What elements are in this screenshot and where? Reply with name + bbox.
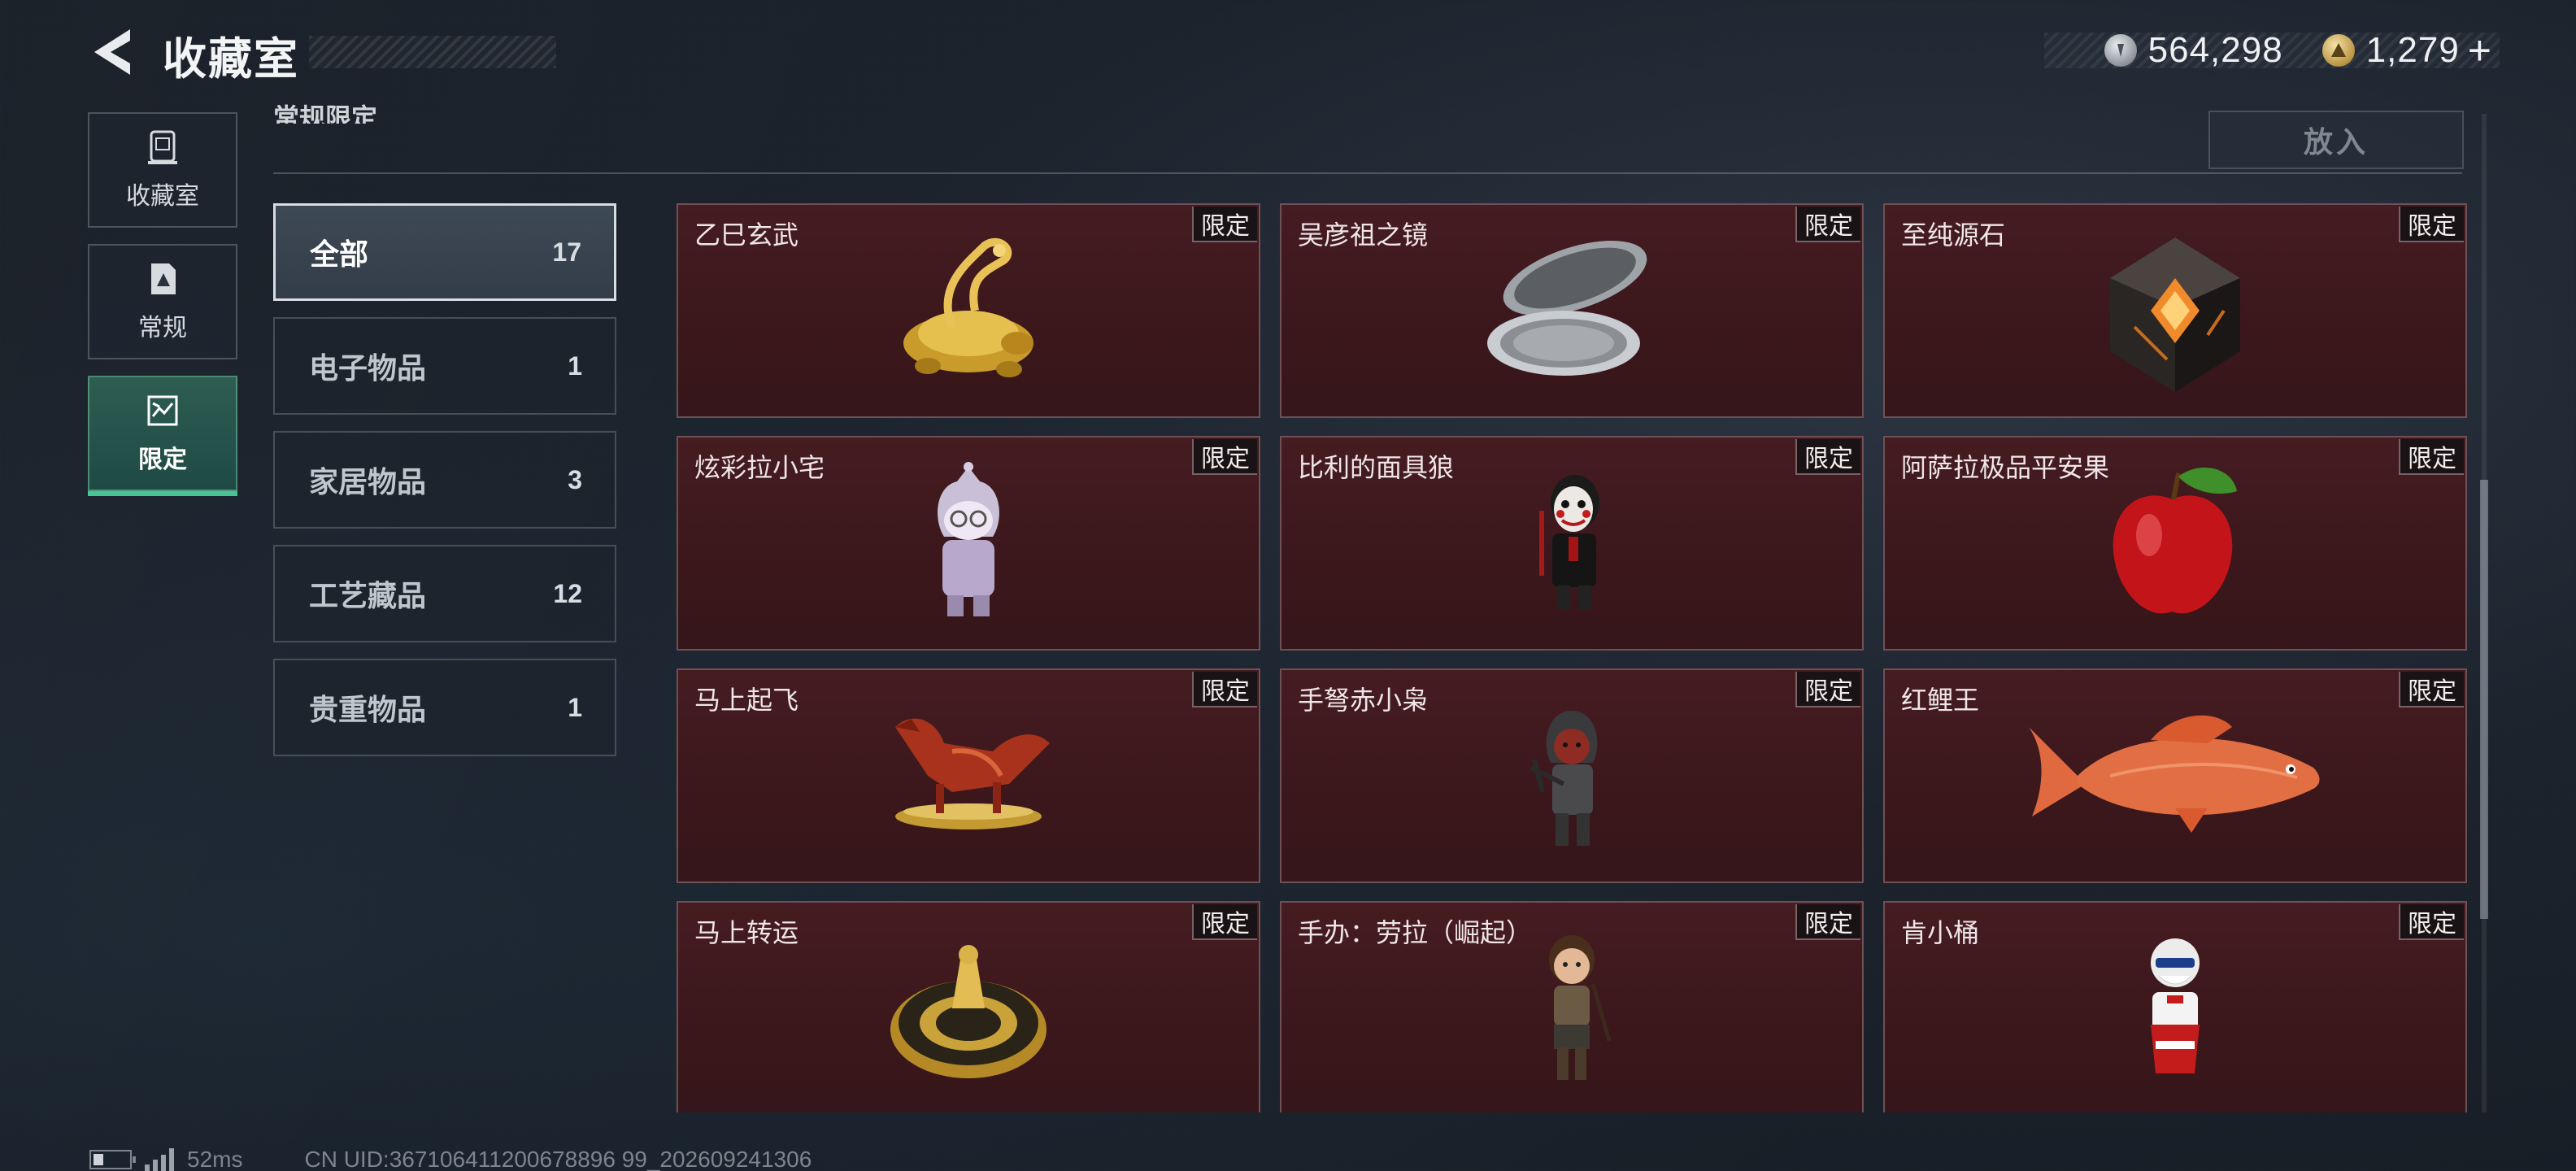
item-card[interactable]: 吴彦祖之镜 限定 <box>1280 203 1864 418</box>
nav-label: 收藏室 <box>126 183 199 210</box>
lara-figure-icon <box>1515 927 1629 1094</box>
category-name: 贵重物品 <box>309 693 427 726</box>
limited-badge: 限定 <box>2399 439 2464 475</box>
hooded-figure-icon <box>912 462 1025 629</box>
item-name: 肯小桶 <box>1901 918 1980 947</box>
category-count: 3 <box>568 464 582 494</box>
item-card[interactable]: 手弩赤小枭 限定 <box>1280 668 1864 883</box>
item-name: 炫彩拉小宅 <box>694 453 825 482</box>
divider <box>273 172 2462 174</box>
item-name: 阿萨拉极品平安果 <box>1901 453 2110 482</box>
category-count: 1 <box>568 692 582 722</box>
limited-badge: 限定 <box>1192 904 1257 940</box>
title-decoration <box>309 36 556 68</box>
category-name: 全部 <box>310 237 369 271</box>
category-count: 12 <box>553 578 582 608</box>
limited-badge: 限定 <box>1795 672 1860 707</box>
category-valuables[interactable]: 贵重物品 1 <box>273 659 616 756</box>
category-count: 1 <box>568 350 582 381</box>
nav-item-collection-room[interactable]: 收藏室 <box>88 112 237 228</box>
limited-badge: 限定 <box>2399 207 2464 242</box>
item-card[interactable]: 乙巳玄武 限定 <box>677 203 1260 418</box>
currency-bar: 564,298 1,279 + <box>2044 28 2500 73</box>
uid-text: CN UID:367106411200678896 99_20260924130… <box>304 1147 812 1171</box>
item-card[interactable]: 马上转运 限定 <box>677 901 1260 1112</box>
gold-currency-value: 1,279 <box>2365 30 2460 70</box>
status-bar: 52ms CN UID:367106411200678896 99_202609… <box>89 1147 812 1171</box>
item-card[interactable]: 阿萨拉极品平安果 限定 <box>1883 436 2467 651</box>
scrollbar-thumb[interactable] <box>2480 480 2488 919</box>
item-card[interactable]: 比利的面具狼 限定 <box>1280 436 1864 651</box>
item-card[interactable]: 炫彩拉小宅 限定 <box>677 436 1260 651</box>
billy-puppet-icon <box>1515 462 1629 629</box>
category-name: 家居物品 <box>309 465 427 498</box>
category-crafts[interactable]: 工艺藏品 12 <box>273 545 616 642</box>
limited-badge: 限定 <box>1795 207 1860 242</box>
nav-label: 常规 <box>138 315 187 342</box>
battery-icon <box>89 1150 136 1169</box>
item-name: 马上转运 <box>694 918 799 947</box>
item-name: 吴彦祖之镜 <box>1298 220 1429 250</box>
category-all[interactable]: 全部 17 <box>273 203 616 301</box>
nav-label: 限定 <box>138 446 187 473</box>
limited-icon <box>145 392 181 429</box>
item-name: 马上起飞 <box>694 686 799 715</box>
colonel-figure-icon <box>2118 927 2232 1094</box>
item-grid: 乙巳玄武 限定 吴彦祖之镜 限定 至纯源石 限定 炫彩拉小宅 限定 比利的面具狼… <box>677 203 2467 1112</box>
item-card[interactable]: 马上起飞 限定 <box>677 668 1260 883</box>
put-in-button[interactable]: 放入 <box>2208 111 2464 169</box>
compact-mirror-icon <box>1482 229 1661 396</box>
silver-coin-icon <box>2104 34 2137 67</box>
golden-snake-turtle-icon <box>879 229 1058 396</box>
red-horse-icon <box>879 694 1058 845</box>
collection-room-icon <box>145 128 181 166</box>
item-name: 乙巳玄武 <box>694 220 799 250</box>
item-card[interactable]: 肯小桶 限定 <box>1883 901 2467 1112</box>
originium-stone-icon <box>2086 229 2265 404</box>
crossbow-figure-icon <box>1515 694 1629 861</box>
item-name: 手弩赤小枭 <box>1298 686 1429 715</box>
limited-badge: 限定 <box>2399 672 2464 707</box>
nav-item-regular[interactable]: 常规 <box>88 244 237 359</box>
item-card[interactable]: 手办：劳拉（崛起） 限定 <box>1280 901 1864 1112</box>
limited-badge: 限定 <box>1192 207 1257 242</box>
item-name: 红鲤王 <box>1901 686 1980 715</box>
item-card[interactable]: 至纯源石 限定 <box>1883 203 2467 418</box>
back-arrow-icon[interactable] <box>88 26 137 78</box>
limited-badge: 限定 <box>1192 439 1257 475</box>
item-card[interactable]: 红鲤王 限定 <box>1883 668 2467 883</box>
limited-badge: 限定 <box>1192 672 1257 707</box>
category-name: 工艺藏品 <box>309 579 427 612</box>
limited-badge: 限定 <box>1795 439 1860 475</box>
regular-icon <box>145 260 181 298</box>
section-heading: 常规限定 <box>273 103 378 124</box>
red-apple-icon <box>2094 462 2256 629</box>
page-title: 收藏室 <box>163 35 299 84</box>
gold-coin-icon <box>2321 34 2355 67</box>
category-household[interactable]: 家居物品 3 <box>273 431 616 529</box>
add-currency-button[interactable]: + <box>2468 27 2491 74</box>
limited-badge: 限定 <box>1795 904 1860 940</box>
red-carp-icon <box>2012 703 2338 853</box>
category-count: 17 <box>552 237 581 267</box>
silver-currency-value: 564,298 <box>2147 30 2283 70</box>
signal-icon <box>145 1148 174 1171</box>
ping-value: 52ms <box>187 1147 243 1171</box>
item-name: 至纯源石 <box>1901 220 2006 250</box>
category-name: 电子物品 <box>309 351 427 385</box>
golden-wheel-icon <box>879 927 1058 1094</box>
item-name: 手办：劳拉（崛起） <box>1298 918 1533 947</box>
nav-item-limited[interactable]: 限定 <box>88 376 237 496</box>
category-electronics[interactable]: 电子物品 1 <box>273 317 616 415</box>
item-name: 比利的面具狼 <box>1298 453 1455 482</box>
limited-badge: 限定 <box>2399 904 2464 940</box>
